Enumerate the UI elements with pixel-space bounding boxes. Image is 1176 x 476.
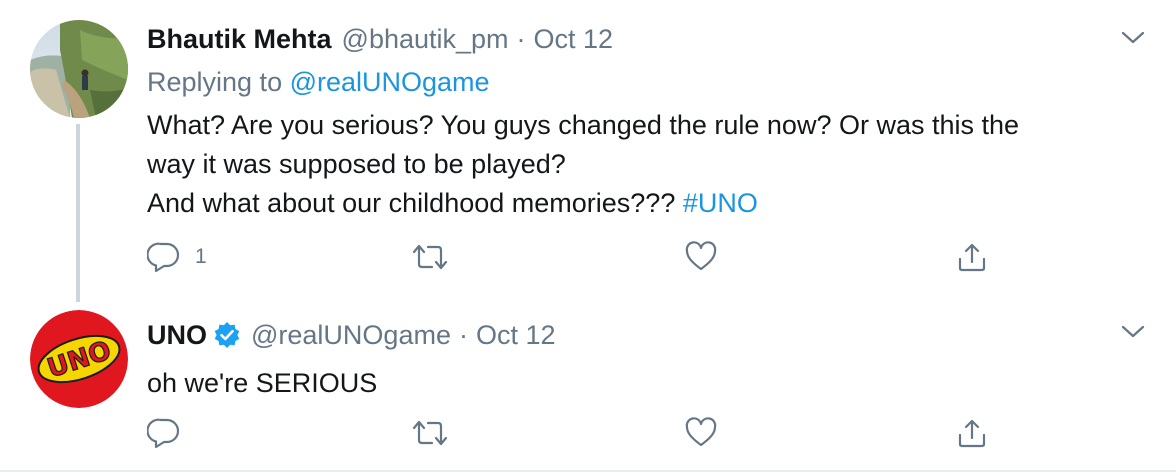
thread-line <box>76 124 80 302</box>
heart-icon <box>685 241 717 271</box>
tweet-actions <box>147 416 1007 450</box>
reply-count: 1 <box>195 245 207 268</box>
uno-logo-avatar: UNO <box>30 310 128 408</box>
author-name[interactable]: UNO <box>147 320 207 351</box>
tweet-uno[interactable]: UNO UNO @realUNOgame · Oct 12 oh we're S… <box>0 304 1176 470</box>
chevron-down-icon[interactable] <box>1118 28 1148 48</box>
divider <box>0 470 1176 472</box>
separator-dot: · <box>516 23 526 54</box>
replying-handle-link[interactable]: @realUNOgame <box>290 67 490 97</box>
verified-badge-icon <box>213 321 241 349</box>
avatar[interactable] <box>30 20 128 118</box>
like-button[interactable] <box>684 416 718 450</box>
tweet-text-line: way it was supposed to be played? <box>147 149 566 179</box>
tweet-actions: 1 <box>147 240 1007 274</box>
tweet-date[interactable]: Oct 12 <box>476 320 556 351</box>
tweet-bhautik[interactable]: Bhautik Mehta @bhautik_pm · Oct 12 Reply… <box>0 0 1176 304</box>
author-handle[interactable]: @realUNOgame <box>251 320 451 351</box>
share-icon <box>958 419 986 448</box>
chevron-down-icon[interactable] <box>1118 322 1148 342</box>
heart-icon <box>685 417 717 447</box>
tweet-date[interactable]: Oct 12 <box>534 24 614 55</box>
retweet-button[interactable] <box>410 416 450 450</box>
tweet-text: What? Are you serious? You guys changed … <box>147 106 1137 223</box>
reply-icon <box>147 242 180 273</box>
retweet-icon <box>412 244 448 270</box>
hashtag-link[interactable]: #UNO <box>683 188 758 218</box>
retweet-icon <box>412 420 448 446</box>
replying-to: Replying to @realUNOgame <box>147 67 490 98</box>
tweet-text-line: And what about our childhood memories???… <box>147 184 1137 223</box>
tweet-text: oh we're SERIOUS <box>147 368 378 398</box>
retweet-button[interactable] <box>410 240 450 274</box>
tweet-header: UNO @realUNOgame · Oct 12 <box>147 318 556 352</box>
tweet-text-segment: And what about our childhood memories??? <box>147 188 683 218</box>
avatar[interactable]: UNO <box>30 310 128 408</box>
landscape-photo-avatar <box>30 20 128 118</box>
reply-button[interactable]: 1 <box>147 240 207 274</box>
reply-icon <box>147 418 180 449</box>
separator-dot: · <box>458 319 468 350</box>
tweet-text-line: What? Are you serious? You guys changed … <box>147 110 1020 140</box>
share-button[interactable] <box>955 240 989 274</box>
like-button[interactable] <box>684 240 718 274</box>
author-name[interactable]: Bhautik Mehta <box>147 24 332 55</box>
replying-prefix: Replying to <box>147 67 290 97</box>
reply-button[interactable] <box>147 416 181 450</box>
author-handle[interactable]: @bhautik_pm <box>342 24 509 55</box>
share-button[interactable] <box>955 416 989 450</box>
tweet-header: Bhautik Mehta @bhautik_pm · Oct 12 <box>147 22 613 56</box>
share-icon <box>958 243 986 272</box>
